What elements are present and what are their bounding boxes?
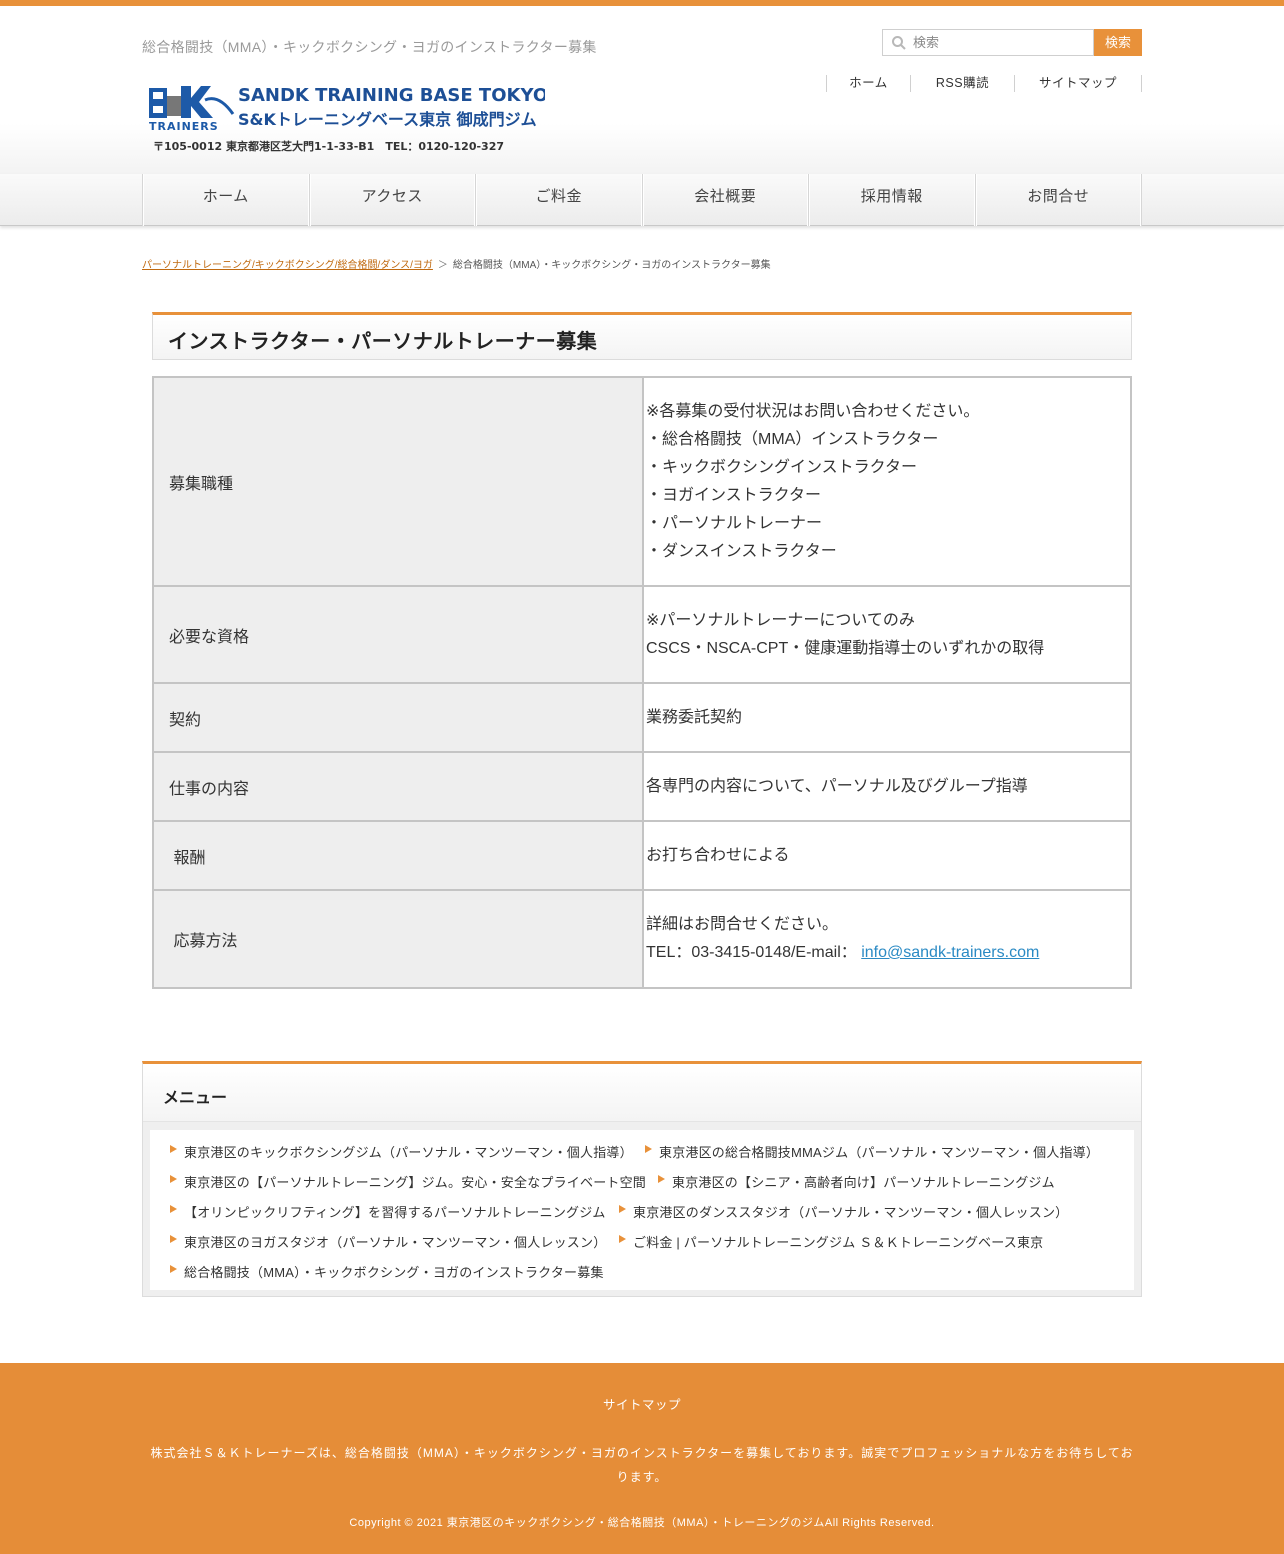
menu-link-dance[interactable]: 東京港区のダンススタジオ（パーソナル・マンツーマン・個人レッスン） xyxy=(619,1202,1068,1221)
bullet-arrow-icon xyxy=(170,1145,177,1153)
row-value: ※各募集の受付状況はお問い合わせください。 ・総合格闘技（MMA）インストラクタ… xyxy=(642,376,1132,587)
menu-link-recruit[interactable]: 総合格闘技（MMA）・キックボクシング・ヨガのインストラクター募集 xyxy=(170,1262,604,1281)
nav-home[interactable]: ホーム xyxy=(143,174,310,226)
util-nav-home[interactable]: ホーム xyxy=(827,75,911,92)
breadcrumb-current: 総合格闘技（MMA）・キックボクシング・ヨガのインストラクター募集 xyxy=(452,260,771,271)
breadcrumb-home-link[interactable]: パーソナルトレーニング/キックボクシング/総合格闘/ダンス/ヨガ xyxy=(142,260,433,271)
nav-contact[interactable]: お問合せ xyxy=(976,174,1142,226)
bullet-arrow-icon xyxy=(170,1205,177,1213)
table-row: 応募方法 詳細はお問合せください。 TEL：03-3415-0148/E-mai… xyxy=(152,889,1132,989)
menu-link-yoga[interactable]: 東京港区のヨガスタジオ（パーソナル・マンツーマン・個人レッスン） xyxy=(170,1232,606,1251)
nav-pricing[interactable]: ご料金 xyxy=(476,174,643,226)
table-row: 契約 業務委託契約 xyxy=(152,682,1132,753)
bullet-arrow-icon xyxy=(645,1145,652,1153)
recruit-table: 募集職種 ※各募集の受付状況はお問い合わせください。 ・総合格闘技（MMA）イン… xyxy=(152,376,1132,989)
search-button[interactable]: 検索 xyxy=(1094,29,1142,56)
bullet-arrow-icon xyxy=(619,1235,626,1243)
sk-trainers-logo-mark: TRAINERS xyxy=(149,86,235,133)
row-label: 応募方法 xyxy=(152,889,644,989)
menu-link-senior[interactable]: 東京港区の【シニア・高齢者向け】パーソナルトレーニングジム xyxy=(658,1172,1055,1191)
row-label: 募集職種 xyxy=(152,376,644,587)
search-box xyxy=(882,29,1094,56)
row-value: 詳細はお問合せください。 TEL：03-3415-0148/E-mail： in… xyxy=(642,889,1132,989)
menu-link-olympic-lifting[interactable]: 【オリンピックリフティング】を習得するパーソナルトレーニングジム xyxy=(170,1202,606,1221)
footer-description: 株式会社Ｓ＆Ｋトレーナーズは、総合格闘技（MMA）・キックボクシング・ヨガのイン… xyxy=(150,1446,1134,1484)
menu-widget: メニュー 東京港区のキックボクシングジム（パーソナル・マンツーマン・個人指導） … xyxy=(142,1061,1142,1297)
util-nav-rss[interactable]: RSS購読 xyxy=(911,75,1015,92)
util-nav-sitemap[interactable]: サイトマップ xyxy=(1015,75,1142,92)
site-footer: サイトマップ 株式会社Ｓ＆Ｋトレーナーズは、総合格闘技（MMA）・キックボクシン… xyxy=(0,1363,1284,1554)
bullet-arrow-icon xyxy=(170,1175,177,1183)
contact-tel: TEL：03-3415-0148/E-mail： xyxy=(646,944,862,961)
breadcrumb-separator: ＞ xyxy=(437,260,448,271)
site-tagline: 総合格闘技（MMA）・キックボクシング・ヨガのインストラクター募集 xyxy=(142,39,597,55)
site-header: 総合格闘技（MMA）・キックボクシング・ヨガのインストラクター募集 検索 ホーム… xyxy=(0,6,1284,174)
row-label: 契約 xyxy=(152,682,644,753)
menu-link-kickboxing[interactable]: 東京港区のキックボクシングジム（パーソナル・マンツーマン・個人指導） xyxy=(170,1142,633,1161)
page-title-box: インストラクター・パーソナルトレーナー募集 xyxy=(152,312,1132,360)
row-label: 必要な資格 xyxy=(152,585,644,684)
bullet-arrow-icon xyxy=(619,1205,626,1213)
menu-link-personal-training[interactable]: 東京港区の【パーソナルトレーニング】ジム。安心・安全なプライベート空間 xyxy=(170,1172,646,1191)
menu-link-mma[interactable]: 東京港区の総合格闘技MMAジム（パーソナル・マンツーマン・個人指導） xyxy=(645,1142,1099,1161)
bullet-arrow-icon xyxy=(658,1175,665,1183)
page-title: インストラクター・パーソナルトレーナー募集 xyxy=(168,331,598,353)
logo-line-1: SANDK TRAINING BASE TOKYO xyxy=(238,85,545,106)
row-value: 業務委託契約 xyxy=(642,682,1132,753)
search-input[interactable] xyxy=(913,32,1089,53)
nav-company[interactable]: 会社概要 xyxy=(643,174,809,226)
nav-access[interactable]: アクセス xyxy=(310,174,476,226)
footer-sitemap-link[interactable]: サイトマップ xyxy=(0,1394,1284,1413)
row-label: 仕事の内容 xyxy=(152,751,644,822)
menu-link-pricing[interactable]: ご料金 | パーソナルトレーニングジム Ｓ＆Ｋトレーニングベース東京 xyxy=(619,1232,1043,1251)
table-row: 必要な資格 ※パーソナルトレーナーについてのみ CSCS・NSCA-CPT・健康… xyxy=(152,585,1132,684)
utility-nav: ホーム RSS購読 サイトマップ xyxy=(826,75,1142,92)
row-value: お打ち合わせによる xyxy=(642,820,1132,891)
email-link[interactable]: info@sandk-trainers.com xyxy=(861,944,1039,961)
row-label: 報酬 xyxy=(152,820,644,891)
site-logo[interactable]: TRAINERS SANDK TRAINING BASE TOKYO S&Kトレ… xyxy=(145,82,545,158)
nav-recruit[interactable]: 採用情報 xyxy=(809,174,976,226)
logo-address: 〒105-0012 東京都港区芝大門1-1-33-B1 TEL：0120-120… xyxy=(153,139,504,153)
table-row: 募集職種 ※各募集の受付状況はお問い合わせください。 ・総合格闘技（MMA）イン… xyxy=(152,376,1132,587)
table-row: 仕事の内容 各専門の内容について、パーソナル及びグループ指導 xyxy=(152,751,1132,822)
row-value: ※パーソナルトレーナーについてのみ CSCS・NSCA-CPT・健康運動指導士の… xyxy=(642,585,1132,684)
table-row: 報酬 お打ち合わせによる xyxy=(152,820,1132,891)
menu-title: メニュー xyxy=(163,1090,228,1107)
row-value: 各専門の内容について、パーソナル及びグループ指導 xyxy=(642,751,1132,822)
breadcrumb: パーソナルトレーニング/キックボクシング/総合格闘/ダンス/ヨガ ＞ 総合格闘技（M… xyxy=(142,256,771,271)
search-icon xyxy=(892,36,906,50)
main-nav: ホーム アクセス ご料金 会社概要 採用情報 お問合せ xyxy=(0,174,1284,226)
bullet-arrow-icon xyxy=(170,1235,177,1243)
logo-line-2: S&Kトレーニングベース東京 御成門ジム xyxy=(238,110,537,129)
footer-copyright: Copyright © 2021 東京港区のキックボクシング・総合格闘技（MMA… xyxy=(349,1517,935,1529)
bullet-arrow-icon xyxy=(170,1265,177,1273)
svg-text:TRAINERS: TRAINERS xyxy=(149,120,219,133)
